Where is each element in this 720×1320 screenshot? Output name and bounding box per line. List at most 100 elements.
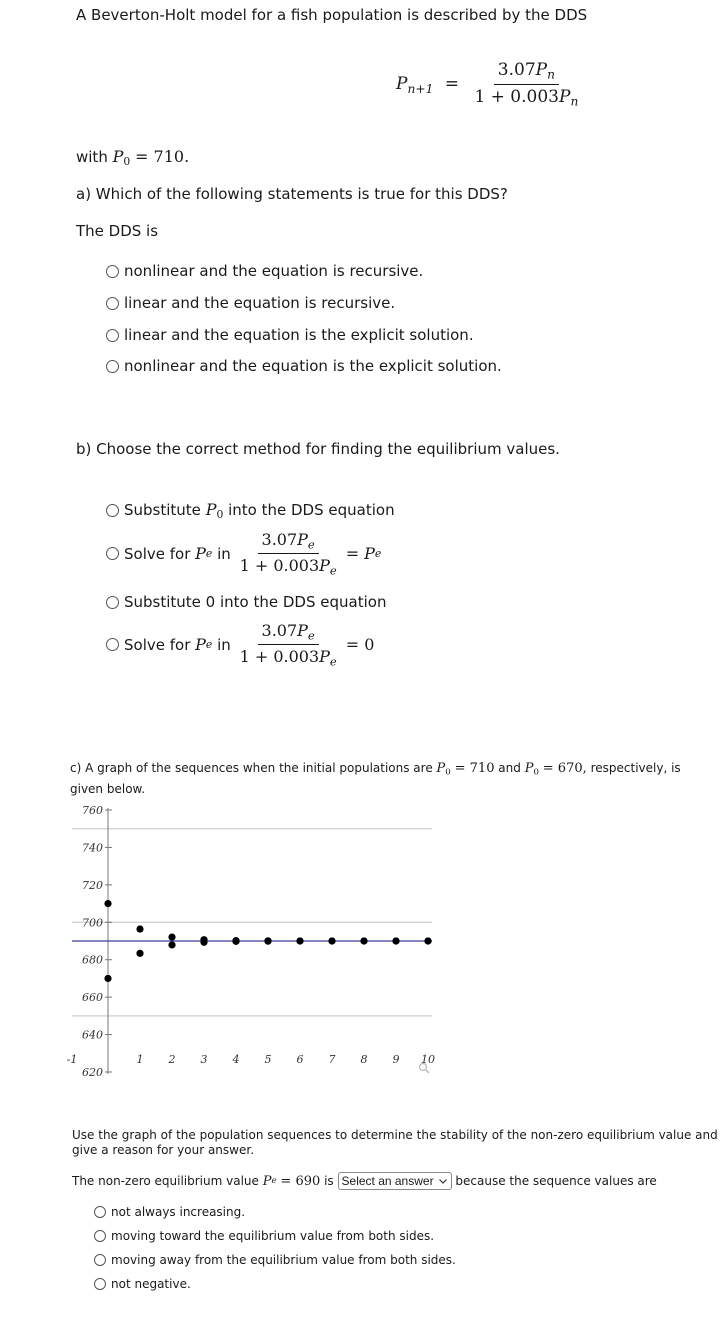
option-label: nonlinear and the equation is recursive.	[124, 262, 424, 280]
part-b-option-1[interactable]: Substitute P0 into the DDS equation	[106, 500, 395, 521]
option-label: moving toward the equilibrium value from…	[111, 1229, 435, 1243]
radio-button[interactable]	[106, 360, 119, 373]
radio-button[interactable]	[106, 265, 119, 278]
pe-sub: e	[205, 638, 213, 652]
is-word: is	[324, 1174, 334, 1188]
intro-text: A Beverton-Holt model for a fish populat…	[76, 6, 588, 24]
data-point-series-2	[360, 937, 368, 945]
reason-option-3[interactable]: moving away from the equilibrium value f…	[94, 1253, 456, 1267]
sentence-suffix: because the sequence values are	[455, 1174, 657, 1188]
and-word: and	[498, 761, 521, 775]
option-label: not always increasing.	[111, 1205, 246, 1219]
p-var: P	[205, 500, 217, 519]
reason-option-1[interactable]: not always increasing.	[94, 1205, 245, 1219]
x-tick-label: 6	[297, 1053, 304, 1066]
radio-button[interactable]	[94, 1206, 106, 1218]
numerator-coef: 3.07	[497, 60, 536, 80]
y-tick-label: 620	[82, 1066, 103, 1079]
y-tick-label: 640	[82, 1029, 103, 1042]
num-coef: 3.07	[261, 530, 298, 549]
prompt-line-1: Use the graph of the population sequence…	[72, 1128, 718, 1142]
part-b-option-2[interactable]: Solve for Pe in 3.07Pe 1 + 0.003Pe = Pe	[106, 530, 381, 578]
equals-sign: =	[444, 74, 460, 95]
x-tick-label: -1	[67, 1053, 78, 1066]
radio-button[interactable]	[106, 329, 119, 342]
option-label: Solve for	[124, 544, 191, 563]
dds-equation: Pn+1 = 3.07Pn 1 + 0.003Pn	[396, 60, 582, 108]
pe-var: P	[195, 544, 206, 564]
x-tick-label: 3	[201, 1053, 208, 1066]
stability-prompt: Use the graph of the population sequence…	[72, 1128, 718, 1158]
part-a-option-2[interactable]: linear and the equation is recursive.	[106, 294, 395, 312]
reason-option-4[interactable]: not negative.	[94, 1277, 191, 1291]
p-sub: 0	[216, 508, 224, 522]
p0-sub: 0	[445, 767, 451, 778]
x-tick-label: 5	[265, 1053, 272, 1066]
p0-value-1: = 710	[454, 761, 495, 776]
part-b-option-3[interactable]: Substitute 0 into the DDS equation	[106, 593, 386, 611]
in-word: in	[217, 544, 231, 563]
p0-sub-2: 0	[533, 767, 539, 778]
radio-button[interactable]	[106, 638, 119, 652]
lhs-sub: n+1	[407, 81, 434, 96]
radio-button[interactable]	[106, 297, 119, 310]
part-a-option-1[interactable]: nonlinear and the equation is recursive.	[106, 262, 423, 280]
option-label: moving away from the equilibrium value f…	[111, 1253, 456, 1267]
part-a-option-4[interactable]: nonlinear and the equation is the explic…	[106, 357, 502, 375]
den-sub: e	[329, 563, 337, 578]
part-a-option-3[interactable]: linear and the equation is the explicit …	[106, 326, 474, 344]
x-tick-label: 4	[232, 1053, 240, 1066]
reason-option-2[interactable]: moving toward the equilibrium value from…	[94, 1229, 434, 1243]
part-b-option-4[interactable]: Solve for Pe in 3.07Pe 1 + 0.003Pe = 0	[106, 621, 374, 669]
zero-fraction: 3.07Pe 1 + 0.003Pe	[236, 621, 341, 669]
data-point-series-2	[264, 937, 272, 945]
part-c-prefix: c) A graph of the sequences when the ini…	[70, 761, 433, 775]
data-point-series-2	[200, 938, 208, 946]
den-var: P	[319, 647, 330, 667]
pe-sub: e	[271, 1176, 277, 1186]
stability-select[interactable]: Select an answer	[337, 1172, 452, 1190]
x-tick-label: 8	[361, 1053, 368, 1066]
data-point-series-1	[136, 925, 144, 933]
radio-button[interactable]	[94, 1254, 106, 1266]
equals-sign: =	[345, 544, 360, 564]
y-tick-label: 760	[82, 804, 103, 817]
dds-fraction: 3.07Pn 1 + 0.003Pn	[470, 60, 582, 108]
radio-button[interactable]	[106, 547, 119, 561]
y-tick-label: 700	[82, 916, 103, 929]
num-coef: 3.07	[261, 621, 298, 640]
data-point-series-2	[424, 937, 432, 945]
num-var: P	[297, 530, 308, 549]
y-tick-label: 740	[82, 841, 103, 854]
data-point-series-2	[296, 937, 304, 945]
chevron-down-icon	[438, 1179, 447, 1184]
denominator-var: P	[558, 86, 571, 107]
data-point-series-2	[392, 937, 400, 945]
initial-var: P	[112, 147, 124, 166]
equilibrium-value: = 690	[280, 1173, 321, 1189]
radio-button[interactable]	[94, 1278, 106, 1290]
rhs-zero: = 0	[345, 635, 375, 655]
data-point-series-2	[104, 974, 112, 983]
data-point-series-1	[168, 933, 176, 941]
equilibrium-fraction: 3.07Pe 1 + 0.003Pe	[236, 530, 341, 578]
part-b-question: b) Choose the correct method for finding…	[76, 440, 560, 458]
y-tick-label: 660	[82, 991, 103, 1004]
numerator-sub: n	[547, 67, 555, 82]
rhs-sub: e	[374, 547, 382, 561]
rhs-var: P	[364, 544, 375, 564]
option-label: Solve for	[124, 635, 191, 654]
radio-button[interactable]	[106, 504, 119, 517]
sequence-chart: 760740720700680660640620-1 1 2 3 4 5 6 7 8 9 10	[67, 804, 435, 1079]
in-word: in	[217, 635, 231, 654]
initial-value: = 710.	[135, 147, 190, 166]
radio-button[interactable]	[106, 596, 119, 609]
radio-button[interactable]	[94, 1230, 106, 1242]
prompt-line-2: give a reason for your answer.	[72, 1143, 255, 1157]
data-point-series-2	[328, 937, 336, 945]
part-c-text: c) A graph of the sequences when the ini…	[70, 760, 681, 797]
data-point-series-2	[136, 949, 144, 957]
y-tick-label: 680	[82, 954, 103, 967]
denominator-sub: n	[570, 94, 579, 109]
stability-sentence: The non-zero equilibrium value Pe = 690 …	[72, 1172, 657, 1190]
